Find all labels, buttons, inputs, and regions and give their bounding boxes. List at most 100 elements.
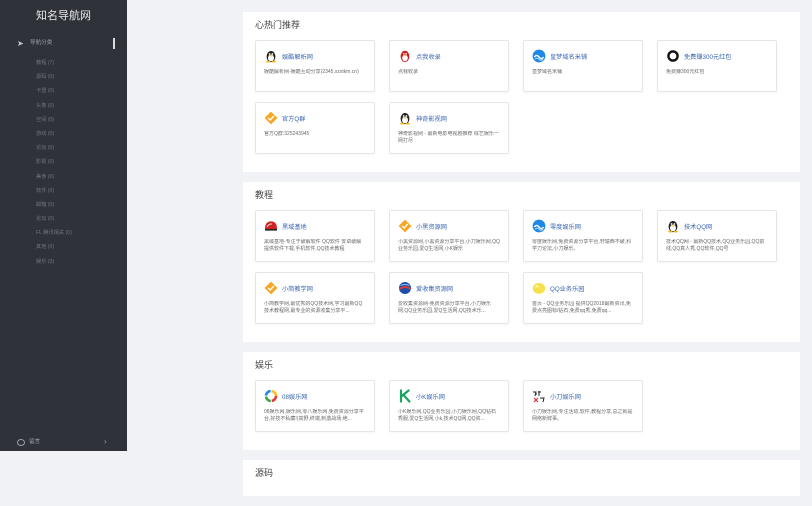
site-card[interactable]: 黑域基地黑域基地-专注于破解软件 QQ软件 安卓破解 提供软件下载,手机软件,Q… (255, 210, 375, 262)
qq-penguin-icon (264, 49, 278, 63)
sidebar-item[interactable]: 美食 (0) (0, 170, 127, 184)
chat-bubble-icon (17, 439, 25, 446)
site-name-link[interactable]: 小简教学网 (282, 284, 313, 293)
category-section: 心热门推荐娱酷解析网娱酷解析网-娱酷互动分享(2345.xzxtkm.cn) 点我… (243, 12, 800, 172)
site-name-link[interactable]: 小黑资源网 (416, 222, 447, 231)
site-name-link[interactable]: 08娱乐网 (282, 392, 307, 401)
site-card[interactable]: 皇梦域名米铺 皇梦域名米铺 (523, 40, 643, 92)
site-name-link[interactable]: 小K娱乐网 (416, 392, 445, 401)
sidebar-item[interactable]: 卡盟 (0) (0, 84, 127, 98)
sidebar-item[interactable]: 游戏 (0) (0, 127, 127, 141)
ring-logo-icon (666, 49, 680, 63)
sidebar-item[interactable]: 论坛 (0) (0, 212, 127, 226)
category-section: 娱乐 08娱乐网 08娱乐网,娱乐网,零八娱乐网,免费资源分享平台,好技不私藏!(高… (243, 352, 800, 450)
site-card[interactable]: 官方Q群 官方Q群:325243945 (255, 102, 375, 154)
site-card[interactable]: 神奇影视网神奇影视网 - 最新电影电视剧推荐 综艺娱乐一网打尽 (389, 102, 509, 154)
site-description: 神奇影视网 - 最新电影电视剧推荐 综艺娱乐一网打尽 (398, 131, 499, 144)
site-name-link[interactable]: 点我收录 (416, 52, 441, 61)
site-description: 小刀娱乐网,专注活动,软件,教程分享,总之就是网络新鲜事。 (532, 409, 633, 422)
site-card-grid: 08娱乐网 08娱乐网,娱乐网,零八娱乐网,免费资源分享平台,好技不私藏!(高野,… (243, 378, 800, 450)
check-badge-icon (264, 111, 278, 125)
site-description: 08娱乐网,娱乐网,零八娱乐网,免费资源分享平台,好技不私藏!(高野,终端,刺激… (264, 409, 364, 422)
nav-category-label: 导航分类 (30, 40, 53, 46)
site-description: 首页 - QQ业务乐园 提供QQ2018最新资讯,免费点亮图标/钻石,免费qq秀… (532, 301, 631, 314)
site-card[interactable]: 免费赚300元红包 免费赚300元红包 (657, 40, 777, 92)
qq-penguin-icon (398, 111, 412, 125)
section-title: 娱乐 (255, 360, 274, 370)
rainbow-ring-icon (264, 389, 278, 403)
send-arrow-icon: ➤ (17, 39, 24, 48)
site-card[interactable]: 零度娱乐网零度娱乐网,免费资源分享平台,轩辕西不破,科学刀论坛,小刀娱乐。 (523, 210, 643, 262)
site-name-link[interactable]: 官方Q群 (282, 114, 305, 123)
site-card-header: 技术QQ网 (666, 218, 769, 234)
site-name-link[interactable]: 免费赚300元红包 (684, 52, 731, 61)
site-description: 黑域基地-专注于破解软件 QQ软件 安卓破解 提供软件下载,手机软件,QQ技术教… (264, 239, 362, 252)
site-card[interactable]: 08娱乐网 08娱乐网,娱乐网,零八娱乐网,免费资源分享平台,好技不私藏!(高野,… (255, 380, 375, 432)
sidebar-item[interactable]: 其他 (0) (0, 240, 127, 254)
sidebar-footer[interactable]: 留言 › (0, 433, 127, 451)
site-card-grid: 黑域基地黑域基地-专注于破解软件 QQ软件 安卓破解 提供软件下载,手机软件,Q… (243, 208, 800, 342)
category-section: 教程黑域基地黑域基地-专注于破解软件 QQ软件 安卓破解 提供软件下载,手机软件… (243, 182, 800, 342)
site-card-header: 神奇影视网 (398, 110, 501, 126)
site-card[interactable]: 娱酷解析网娱酷解析网-娱酷互动分享(2345.xzxtkm.cn) (255, 40, 375, 92)
site-card[interactable]: 爱收集资源网爱收集资源网-免费资源分享平台,小刀娱乐网,QQ业务乐园,爱Q生活网… (389, 272, 509, 324)
site-card[interactable]: 点我收录 点我收录 (389, 40, 509, 92)
site-card-grid (243, 486, 800, 496)
site-card[interactable]: 小黑资源网 小黑资源网,小黑资源分享平台,小刀娱乐网,QQ业务乐园,爱Q生活网,小… (389, 210, 509, 262)
site-card-header: 免费赚300元红包 (666, 48, 769, 64)
site-name-link[interactable]: 零度娱乐网 (550, 222, 581, 231)
sidebar-item[interactable]: 娱乐 (3) (0, 255, 127, 269)
site-logo[interactable]: 知名导航网 (0, 0, 127, 32)
site-card-header: QQ业务乐园 (532, 280, 635, 296)
site-description: 技术QQ网 - 最新QQ技术,QQ业务乐园,QQ前线,QQ真人秀,QQ软件,QQ… (666, 239, 765, 252)
site-name-link[interactable]: 娱酷解析网 (282, 52, 313, 61)
site-card[interactable]: 技术QQ网技术QQ网 - 最新QQ技术,QQ业务乐园,QQ前线,QQ真人秀,QQ… (657, 210, 777, 262)
site-card-header: 黑域基地 (264, 218, 367, 234)
site-description: 小简教学网,最优秀的QQ技术网,学习最新QQ技术教程网,最专业的资源收集分享平.… (264, 301, 363, 314)
sidebar-item[interactable]: 邮箱 (0) (0, 198, 127, 212)
yellow-blob-icon (532, 281, 546, 295)
site-card-header: 爱收集资源网 (398, 280, 501, 296)
site-card[interactable]: 小K娱乐网小K娱乐网,QQ业务乐园,小刀娱乐网,QQ钻石秀服,爱Q生活网,小k,… (389, 380, 509, 432)
sidebar-item[interactable]: 空间 (0) (0, 113, 127, 127)
site-name-link[interactable]: 技术QQ网 (684, 222, 712, 231)
site-description: 小K娱乐网,QQ业务乐园,小刀娱乐网,QQ钻石秀服,爱Q生活网,小k,技术QQ网… (398, 409, 497, 422)
section-title: 教程 (255, 190, 274, 200)
site-card[interactable]: QQ业务乐园首页 - QQ业务乐园 提供QQ2018最新资讯,免费点亮图标/钻石… (523, 272, 643, 324)
site-card-header: 小简教学网 (264, 280, 367, 296)
main-content: 心热门推荐娱酷解析网娱酷解析网-娱酷互动分享(2345.xzxtkm.cn) 点我… (243, 12, 800, 506)
site-description: 零度娱乐网,免费资源分享平台,轩辕西不破,科学刀论坛,小刀娱乐。 (532, 239, 632, 252)
site-card-header: 小K娱乐网 (398, 388, 501, 404)
site-card[interactable]: 小简教学网小简教学网,最优秀的QQ技术网,学习最新QQ技术教程网,最专业的资源收… (255, 272, 375, 324)
site-name-link[interactable]: QQ业务乐园 (550, 284, 584, 293)
site-name-link[interactable]: 小刀娱乐网 (550, 392, 581, 401)
sidebar-item[interactable]: 软件 (0) (0, 184, 127, 198)
site-name-link[interactable]: 爱收集资源网 (416, 284, 453, 293)
wave-logo-icon (532, 219, 546, 233)
sidebar-item[interactable]: 头像 (0) (0, 99, 127, 113)
site-description: 爱收集资源网-免费资源分享平台,小刀娱乐网,QQ业务乐园,爱Q生活网,QQ技术乐… (398, 301, 492, 314)
site-card[interactable]: 小刀娱乐网小刀娱乐网,专注活动,软件,教程分享,总之就是网络新鲜事。 (523, 380, 643, 432)
sidebar-item[interactable]: 源码 (0) (0, 70, 127, 84)
site-description: 免费赚300元红包 (666, 69, 705, 75)
site-name-link[interactable]: 黑域基地 (282, 222, 307, 231)
site-description: 娱酷解析网-娱酷互动分享(2345.xzxtkm.cn) (264, 69, 359, 75)
sidebar-item[interactable]: 教程 (7) (0, 56, 127, 70)
sidebar-item[interactable]: 论坛 (0) (0, 141, 127, 155)
sidebar: 知名导航网 ➤ 导航分类 教程 (7) 源码 (0) 卡盟 (0) 头像 (0) 空间 … (0, 0, 127, 451)
red-penguin-icon (398, 49, 412, 63)
green-k-icon (398, 389, 412, 403)
chevron-right-icon: › (104, 437, 107, 446)
site-name-link[interactable]: 神奇影视网 (416, 114, 447, 123)
check-badge-icon (264, 281, 278, 295)
knife-text-icon (532, 389, 546, 403)
site-card-header: 小刀娱乐网 (532, 388, 635, 404)
category-section: 源码 (243, 460, 800, 496)
site-name-link[interactable]: 皇梦域名米铺 (550, 52, 587, 61)
nav-category-header[interactable]: ➤ 导航分类 (0, 35, 127, 52)
section-title: 心热门推荐 (255, 20, 301, 30)
site-card-grid: 娱酷解析网娱酷解析网-娱酷互动分享(2345.xzxtkm.cn) 点我收录 点我收… (243, 38, 800, 172)
sidebar-item[interactable]: 影视 (0) (0, 155, 127, 169)
sidebar-item[interactable]: FL 腾讯相关 (0) (0, 226, 127, 240)
check-badge-icon (398, 219, 412, 233)
